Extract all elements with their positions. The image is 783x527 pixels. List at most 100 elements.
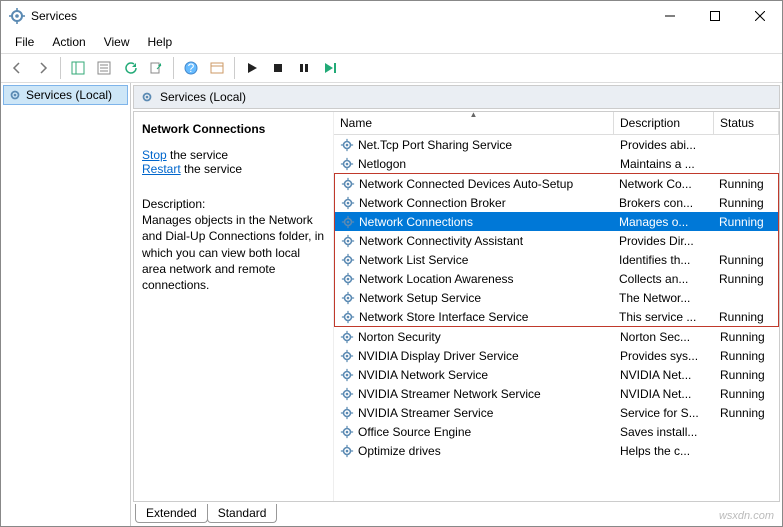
service-name: Office Source Engine <box>358 425 471 439</box>
gear-icon <box>340 406 354 420</box>
service-desc: Maintains a ... <box>614 157 714 171</box>
list-body[interactable]: Net.Tcp Port Sharing ServiceProvides abi… <box>334 135 779 501</box>
col-status[interactable]: Status <box>714 112 779 134</box>
service-name: Net.Tcp Port Sharing Service <box>358 138 512 152</box>
service-row[interactable]: Office Source Engine Saves install... <box>334 422 779 441</box>
description-block: Description: Manages objects in the Netw… <box>142 196 325 293</box>
menu-action[interactable]: Action <box>44 33 93 51</box>
service-status: Running <box>714 349 779 363</box>
start-service-button[interactable] <box>240 56 264 80</box>
gear-icon <box>340 368 354 382</box>
service-row[interactable]: Norton Security Norton Sec...Running <box>334 327 779 346</box>
tab-extended[interactable]: Extended <box>135 504 208 523</box>
service-name: Network Location Awareness <box>359 272 514 286</box>
service-name: NVIDIA Streamer Network Service <box>358 387 541 401</box>
service-status: Running <box>713 196 778 210</box>
tree-services-local[interactable]: Services (Local) <box>3 85 128 105</box>
service-row[interactable]: Network Setup Service The Networ... <box>335 288 778 307</box>
minimize-button[interactable] <box>647 1 692 31</box>
service-name: Network Setup Service <box>359 291 481 305</box>
service-status: Running <box>714 330 779 344</box>
service-name: NVIDIA Network Service <box>358 368 488 382</box>
stop-service-button[interactable] <box>266 56 290 80</box>
service-row[interactable]: Network Connectivity AssistantProvides D… <box>335 231 778 250</box>
gear-icon <box>340 425 354 439</box>
restart-service-button[interactable] <box>318 56 342 80</box>
gear-icon <box>340 444 354 458</box>
watermark: wsxdn.com <box>719 510 774 522</box>
back-button[interactable] <box>5 56 29 80</box>
gear-icon <box>340 330 354 344</box>
properties-button[interactable] <box>92 56 116 80</box>
service-row[interactable]: NVIDIA Streamer ServiceService for S...R… <box>334 403 779 422</box>
menu-file[interactable]: File <box>7 33 42 51</box>
service-row[interactable]: Network Location Awareness Collects an...… <box>335 269 778 288</box>
menu-bar: File Action View Help <box>1 31 782 53</box>
stop-link[interactable]: Stop <box>142 148 167 162</box>
description-text: Manages objects in the Network and Dial-… <box>142 212 325 293</box>
service-desc: Brokers con... <box>613 196 713 210</box>
service-row[interactable]: Network Store Interface ServiceThis serv… <box>335 307 778 326</box>
tab-standard[interactable]: Standard <box>207 504 278 523</box>
restart-line: Restart the service <box>142 162 325 176</box>
service-row[interactable]: Net.Tcp Port Sharing ServiceProvides abi… <box>334 135 779 154</box>
services-window: Services File Action View Help ? Service <box>0 0 783 527</box>
detail-pane: Network Connections Stop the service Res… <box>134 112 334 501</box>
service-desc: Saves install... <box>614 425 714 439</box>
gear-icon <box>341 272 355 286</box>
service-status: Running <box>713 177 778 191</box>
app-icon <box>9 8 25 24</box>
service-desc: The Networ... <box>613 291 713 305</box>
gear-icon <box>341 291 355 305</box>
service-status: Running <box>713 215 778 229</box>
service-status: Running <box>713 310 778 324</box>
help-button[interactable]: ? <box>179 56 203 80</box>
service-desc: Service for S... <box>614 406 714 420</box>
service-row[interactable]: Network Connection BrokerBrokers con...R… <box>335 193 778 212</box>
title-bar: Services <box>1 1 782 31</box>
main-body: Services (Local) Services (Local) Networ… <box>1 83 782 526</box>
gear-icon <box>341 310 355 324</box>
service-desc: Helps the c... <box>614 444 714 458</box>
service-name: Netlogon <box>358 157 406 171</box>
gear-icon <box>341 234 355 248</box>
service-desc: Collects an... <box>613 272 713 286</box>
gear-icon <box>340 387 354 401</box>
col-description[interactable]: Description <box>614 112 714 134</box>
gear-icon <box>340 157 354 171</box>
refresh-button[interactable] <box>118 56 142 80</box>
toolbar-icon[interactable] <box>205 56 229 80</box>
export-list-button[interactable] <box>144 56 168 80</box>
service-name: Network Connected Devices Auto-Setup <box>359 177 573 191</box>
forward-button[interactable] <box>31 56 55 80</box>
service-row[interactable]: NVIDIA Streamer Network ServiceNVIDIA Ne… <box>334 384 779 403</box>
service-row[interactable]: Network ConnectionsManages o...Running <box>335 212 778 231</box>
close-button[interactable] <box>737 1 782 31</box>
gear-icon <box>340 349 354 363</box>
service-row[interactable]: Network List ServiceIdentifies th...Runn… <box>335 250 778 269</box>
pane-header-label: Services (Local) <box>160 90 246 104</box>
gear-icon <box>140 90 154 104</box>
service-name: Norton Security <box>358 330 441 344</box>
service-row[interactable]: Optimize drivesHelps the c... <box>334 441 779 460</box>
service-desc: Network Co... <box>613 177 713 191</box>
gear-icon <box>8 88 22 102</box>
description-label: Description: <box>142 196 325 212</box>
service-status: Running <box>714 368 779 382</box>
service-row[interactable]: Network Connected Devices Auto-Setup Netw… <box>335 174 778 193</box>
service-list: ▲ Name Description Status Net.Tcp Port S… <box>334 112 779 501</box>
menu-help[interactable]: Help <box>140 33 181 51</box>
maximize-button[interactable] <box>692 1 737 31</box>
menu-view[interactable]: View <box>96 33 138 51</box>
service-desc: Manages o... <box>613 215 713 229</box>
service-desc: Norton Sec... <box>614 330 714 344</box>
col-name[interactable]: ▲ Name <box>334 112 614 134</box>
restart-link[interactable]: Restart <box>142 162 181 176</box>
pause-service-button[interactable] <box>292 56 316 80</box>
window-title: Services <box>31 9 77 23</box>
show-hide-tree-button[interactable] <box>66 56 90 80</box>
service-row[interactable]: Netlogon Maintains a ... <box>334 154 779 173</box>
service-status: Running <box>714 387 779 401</box>
service-row[interactable]: NVIDIA Network ServiceNVIDIA Net...Runni… <box>334 365 779 384</box>
service-row[interactable]: NVIDIA Display Driver ServiceProvides sy… <box>334 346 779 365</box>
